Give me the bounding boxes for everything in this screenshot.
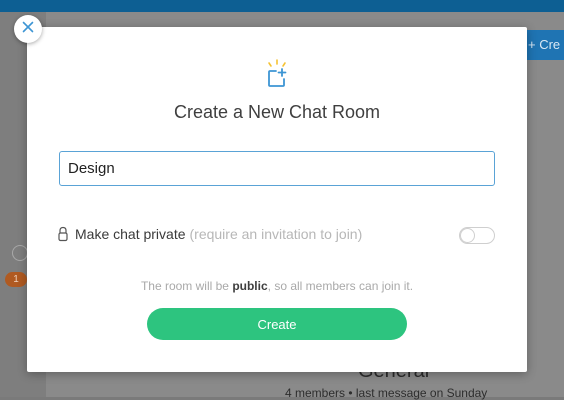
channel-meta: 4 members • last message on Sunday — [285, 386, 488, 400]
private-toggle[interactable] — [459, 227, 495, 244]
create-button[interactable]: Create — [147, 308, 407, 340]
lock-icon — [57, 226, 69, 242]
add-icon — [12, 245, 28, 261]
private-option-row: Make chat private (require an invitation… — [57, 225, 362, 243]
info-prefix: The room will be — [140, 279, 233, 293]
info-emphasis: public — [232, 279, 268, 293]
close-icon — [22, 20, 34, 38]
chat-room-add-icon — [264, 59, 290, 89]
visibility-info: The room will be public, so all members … — [27, 279, 527, 293]
info-suffix: , so all members can join it. — [267, 279, 414, 293]
create-chat-room-modal: Create a New Chat Room Make chat private… — [27, 27, 527, 372]
top-bar — [0, 0, 564, 12]
toggle-knob — [461, 229, 474, 242]
private-label: Make chat private — [75, 226, 186, 242]
close-button[interactable] — [14, 15, 42, 43]
modal-title: Create a New Chat Room — [173, 102, 381, 122]
private-hint: (require an invitation to join) — [189, 226, 363, 242]
room-name-input[interactable] — [59, 151, 495, 186]
unread-badge: 1 — [5, 272, 27, 287]
